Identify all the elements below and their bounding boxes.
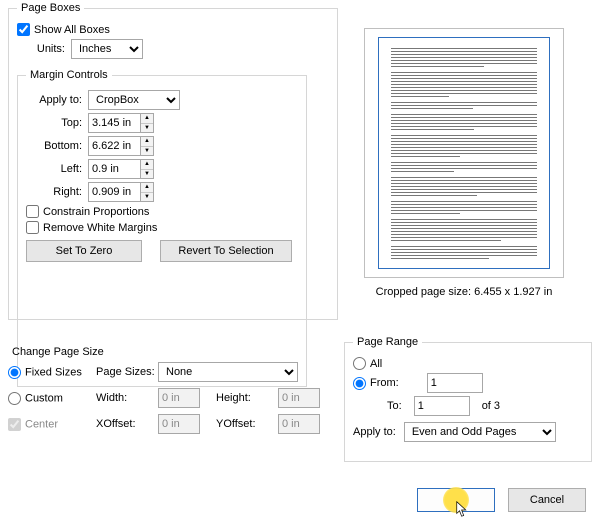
range-to-input[interactable]	[414, 396, 470, 416]
fixed-sizes-label: Fixed Sizes	[25, 366, 82, 378]
width-label: Width:	[96, 392, 158, 404]
yoffset-input[interactable]	[278, 414, 320, 434]
width-input[interactable]	[158, 388, 200, 408]
spin-down-icon[interactable]: ▼	[141, 193, 153, 202]
remove-white-margins-checkbox[interactable]	[26, 221, 39, 234]
page-boxes-legend: Page Boxes	[17, 2, 84, 14]
height-label: Height:	[216, 392, 278, 404]
range-of-label: of 3	[482, 400, 500, 412]
bottom-spinner[interactable]: ▲▼	[88, 136, 154, 156]
page-sizes-label: Page Sizes:	[96, 366, 158, 378]
margin-apply-to-label: Apply to:	[26, 94, 82, 106]
range-from-radio[interactable]	[353, 377, 366, 390]
cropped-page-size-label: Cropped page size: 6.455 x 1.927 in	[346, 286, 582, 298]
spin-down-icon[interactable]: ▼	[141, 170, 153, 179]
spin-up-icon[interactable]: ▲	[141, 160, 153, 170]
height-input[interactable]	[278, 388, 320, 408]
center-checkbox[interactable]	[8, 418, 21, 431]
margin-controls-group: Margin Controls Apply to: CropBox Top: ▲…	[17, 69, 307, 387]
range-apply-to-label: Apply to:	[353, 426, 396, 438]
left-label: Left:	[26, 163, 82, 175]
right-label: Right:	[26, 186, 82, 198]
ok-button[interactable]: OK	[417, 488, 495, 512]
top-input[interactable]	[88, 113, 140, 133]
page-preview-page	[378, 37, 550, 269]
right-input[interactable]	[88, 182, 140, 202]
range-all-label: All	[370, 358, 382, 370]
constrain-proportions-label: Constrain Proportions	[43, 206, 149, 218]
top-label: Top:	[26, 117, 82, 129]
spin-up-icon[interactable]: ▲	[141, 114, 153, 124]
range-from-label: From:	[370, 377, 399, 389]
range-from-input[interactable]	[427, 373, 483, 393]
range-to-label: To:	[387, 400, 402, 412]
set-to-zero-button[interactable]: Set To Zero	[26, 240, 142, 262]
range-apply-to-select[interactable]: Even and Odd Pages	[404, 422, 556, 442]
cancel-button[interactable]: Cancel	[508, 488, 586, 512]
change-page-size-legend: Change Page Size	[8, 346, 108, 358]
spin-down-icon[interactable]: ▼	[141, 147, 153, 156]
spin-up-icon[interactable]: ▲	[141, 137, 153, 147]
left-spinner[interactable]: ▲▼	[88, 159, 154, 179]
page-boxes-group: Page Boxes Show All Boxes Units: Inches …	[8, 2, 338, 320]
spin-up-icon[interactable]: ▲	[141, 183, 153, 193]
revert-to-selection-button[interactable]: Revert To Selection	[160, 240, 292, 262]
fixed-sizes-radio[interactable]	[8, 366, 21, 379]
page-range-group: Page Range All From: To: of 3 Apply to: …	[344, 336, 592, 462]
margin-apply-to-select[interactable]: CropBox	[88, 90, 180, 110]
center-label: Center	[25, 418, 58, 430]
ok-button-label: OK	[448, 494, 464, 506]
custom-radio[interactable]	[8, 392, 21, 405]
custom-label: Custom	[25, 392, 63, 404]
page-sizes-select[interactable]: None	[158, 362, 298, 382]
change-page-size-group: Change Page Size Fixed Sizes Page Sizes:…	[4, 346, 336, 434]
xoffset-label: XOffset:	[96, 418, 158, 430]
constrain-proportions-checkbox[interactable]	[26, 205, 39, 218]
left-input[interactable]	[88, 159, 140, 179]
xoffset-input[interactable]	[158, 414, 200, 434]
units-select[interactable]: Inches	[71, 39, 143, 59]
range-all-radio[interactable]	[353, 357, 366, 370]
spin-down-icon[interactable]: ▼	[141, 124, 153, 133]
show-all-boxes-label: Show All Boxes	[34, 24, 110, 36]
yoffset-label: YOffset:	[216, 418, 278, 430]
bottom-label: Bottom:	[26, 140, 82, 152]
bottom-input[interactable]	[88, 136, 140, 156]
page-range-legend: Page Range	[353, 336, 422, 348]
show-all-boxes-checkbox[interactable]	[17, 23, 30, 36]
units-label: Units:	[17, 43, 65, 55]
page-preview	[364, 28, 564, 278]
top-spinner[interactable]: ▲▼	[88, 113, 154, 133]
margin-controls-legend: Margin Controls	[26, 69, 112, 81]
remove-white-margins-label: Remove White Margins	[43, 222, 157, 234]
right-spinner[interactable]: ▲▼	[88, 182, 154, 202]
